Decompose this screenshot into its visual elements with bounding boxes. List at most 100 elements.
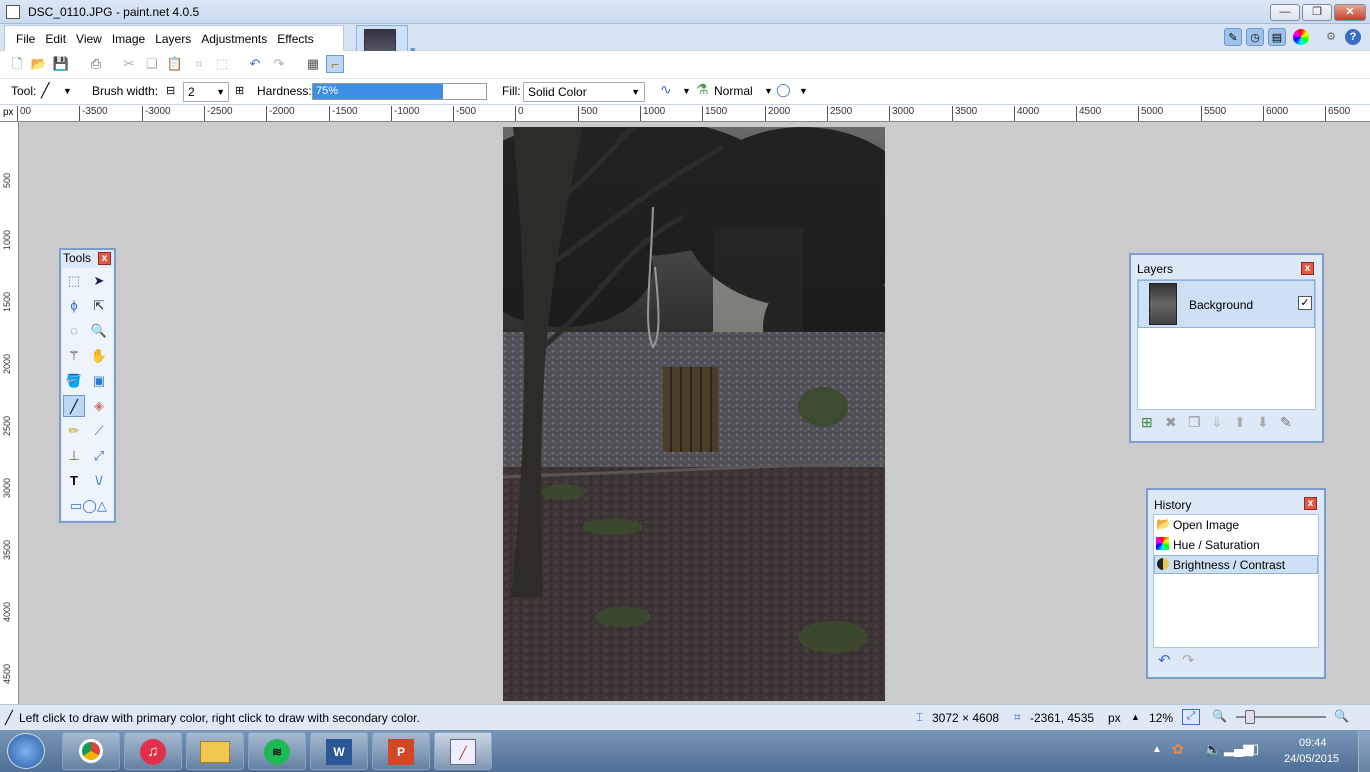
new-image-icon[interactable]: 🗋 [8,55,26,73]
eraser-icon[interactable]: ◈ [88,395,110,417]
taskbar-chrome[interactable] [62,732,120,770]
zoom-slider-thumb[interactable] [1245,710,1255,724]
open-icon[interactable]: 📂 [30,55,48,73]
antialiasing-dropdown-icon[interactable]: ▼ [682,86,691,96]
rectangle-select-icon[interactable]: ⬚ [63,270,85,292]
colors-toggle-icon[interactable] [1293,29,1309,45]
help-icon[interactable]: ? [1345,29,1361,45]
zoom-in-icon[interactable]: 🔍 [1334,709,1349,723]
tool-dropdown-arrow-icon[interactable]: ▼ [63,86,72,96]
volume-icon[interactable]: 🔈 [1204,741,1221,758]
history-undo-icon[interactable]: ↶ [1158,651,1171,669]
paste-icon[interactable]: 📋 [166,55,184,73]
paint-bucket-icon[interactable]: 🪣 [63,370,85,392]
blend-mode-flask-icon[interactable]: ⚗ [696,81,709,98]
print-icon[interactable]: ⎙ [87,55,105,73]
move-selected-pixels-icon[interactable]: ➤ [88,270,110,292]
cut-icon[interactable]: ✂ [120,55,138,73]
pan-hand-icon[interactable]: ✋ [88,345,110,367]
save-icon[interactable]: 💾 [52,55,70,73]
ellipse-select-icon[interactable]: ◌ [63,320,85,342]
show-hidden-icons-icon[interactable]: ▲ [1152,744,1162,755]
redo-icon[interactable]: ↷ [270,55,288,73]
antialiasing-icon[interactable]: ∿ [660,81,672,98]
history-redo-icon[interactable]: ↷ [1182,651,1195,669]
lasso-select-icon[interactable]: ϕ [63,295,85,317]
text-tool-icon[interactable]: T [63,470,85,492]
brush-width-input[interactable]: 2 ▼ [183,82,229,102]
copy-icon[interactable]: ❏ [143,55,161,73]
minimize-button[interactable]: — [1270,4,1300,21]
menu-image[interactable]: Image [107,32,150,46]
menu-layers[interactable]: Layers [150,32,196,46]
history-window-close-button[interactable]: x [1304,497,1317,510]
grid-icon[interactable]: ▦ [304,55,322,73]
menu-file[interactable]: File [11,32,40,46]
fill-select[interactable]: Solid Color ▼ [523,82,645,102]
move-layer-down-icon[interactable]: ⬇ [1257,414,1269,431]
delete-layer-icon[interactable]: ✖ [1165,414,1177,431]
layer-properties-icon[interactable]: ✎ [1280,414,1292,431]
tools-window-close-button[interactable]: x [98,252,111,265]
brush-width-increase-icon[interactable]: ⊞ [235,84,244,97]
taskbar-paintnet[interactable]: ╱ [434,732,492,770]
network-signal-icon[interactable]: ▂▄▆ [1224,741,1253,757]
pencil-icon[interactable]: ✏ [63,420,85,442]
recolor-icon[interactable]: ⤢ [88,445,110,467]
image-canvas[interactable] [503,127,885,701]
zoom-out-icon[interactable]: 🔍 [1212,709,1227,723]
layer-visibility-checkbox[interactable]: ✓ [1298,296,1312,310]
selection-mode-icon[interactable]: ◯ [776,82,791,98]
close-button[interactable]: ✕ [1334,4,1366,21]
paintbrush-tool-icon[interactable]: ╱ [41,82,49,99]
menu-view[interactable]: View [71,32,107,46]
blend-mode-value[interactable]: Normal [714,84,753,98]
menu-adjustments[interactable]: Adjustments [196,32,272,46]
undo-icon[interactable]: ↶ [246,55,264,73]
history-item-hue-saturation[interactable]: Hue / Saturation [1173,538,1260,552]
color-picker-icon[interactable]: ⟋ [88,420,110,442]
taskbar-powerpoint[interactable]: P [372,732,430,770]
layers-toggle-icon[interactable]: ▤ [1268,28,1286,46]
show-desktop-button[interactable] [1358,731,1370,772]
crop-to-selection-icon[interactable]: ⌗ [190,55,208,73]
brush-width-decrease-icon[interactable]: ⊟ [166,84,175,97]
deselect-icon[interactable]: ⬚ [213,55,231,73]
power-icon[interactable]: ▯ [1252,741,1259,757]
duplicate-layer-icon[interactable]: ❐ [1188,414,1201,431]
rulers-icon[interactable]: ⌐ [326,55,344,73]
paintbrush-icon[interactable]: ╱ [63,395,85,417]
settings-gear-icon[interactable]: ⚙ [1322,28,1340,46]
magic-wand-icon[interactable]: ⚚ [63,345,85,367]
taskbar-spotify[interactable]: ≋ [248,732,306,770]
history-item-open-image[interactable]: Open Image [1173,518,1239,532]
clock-time[interactable]: 09:44 [1299,737,1327,749]
taskbar-explorer[interactable] [186,732,244,770]
move-selection-icon[interactable]: ⇱ [88,295,110,317]
clock-date[interactable]: 24/05/2015 [1284,753,1339,765]
tray-app-icon[interactable]: ✿ [1172,741,1184,758]
start-button[interactable] [7,733,45,769]
taskbar-itunes[interactable]: ♫ [124,732,182,770]
add-layer-icon[interactable]: ⊞ [1141,414,1153,431]
history-toggle-icon[interactable]: ◷ [1246,28,1264,46]
zoom-to-window-icon[interactable]: ⤢ [1182,709,1200,725]
move-layer-up-icon[interactable]: ⬆ [1234,414,1246,431]
units-dropdown-icon[interactable]: ▲ [1131,712,1140,722]
zoom-icon[interactable]: 🔍 [88,320,110,342]
layers-window-close-button[interactable]: x [1301,262,1314,275]
menu-effects[interactable]: Effects [272,32,318,46]
gradient-icon[interactable]: ▣ [88,370,110,392]
hardness-value[interactable]: 75% [313,84,443,99]
blend-mode-dropdown-icon[interactable]: ▼ [764,86,773,96]
tools-toggle-icon[interactable]: ✎ [1224,28,1242,46]
paintnet-app-icon[interactable] [6,5,20,19]
shapes-icon[interactable]: ▭◯△ [70,495,107,517]
selection-mode-dropdown-icon[interactable]: ▼ [799,86,808,96]
clone-stamp-icon[interactable]: ⊥ [63,445,85,467]
maximize-button[interactable]: ❐ [1302,4,1332,21]
menu-edit[interactable]: Edit [40,32,71,46]
history-item-brightness-contrast[interactable]: Brightness / Contrast [1173,558,1285,572]
taskbar-word[interactable]: W [310,732,368,770]
zoom-level[interactable]: 12% [1149,711,1173,725]
